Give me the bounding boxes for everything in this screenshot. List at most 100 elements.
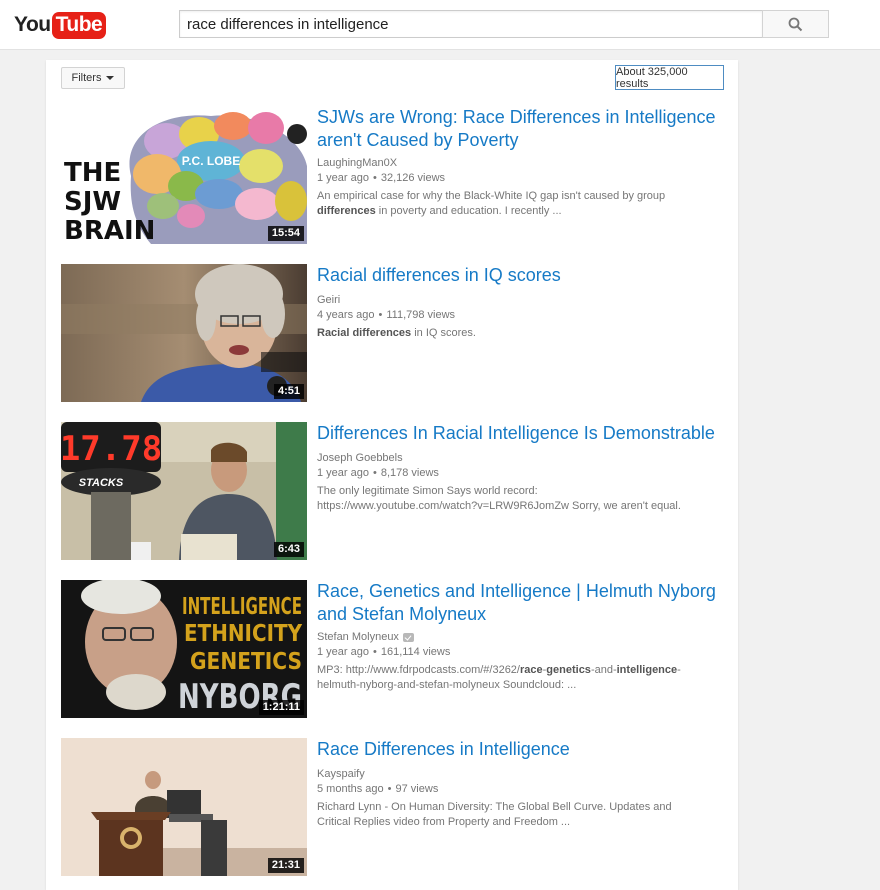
video-title-line: Race, Genetics and Intelligence | Helmut…	[317, 581, 716, 601]
video-meta: 4 years ago • 111,798 views	[317, 309, 456, 321]
upload-age: 5 months ago	[317, 783, 384, 795]
youtube-logo[interactable]: You Tube	[14, 10, 107, 40]
video-description: Racial differences in IQ scores.	[317, 326, 721, 341]
channel-label: Kayspaify	[317, 768, 365, 780]
video-info: Racial differences in IQ scores Geiri 4 …	[317, 264, 721, 341]
channel-label: LaughingMan0X	[317, 157, 398, 169]
description-line: Racial differences in IQ scores.	[317, 326, 721, 341]
channel-label: Stefan Molyneux	[317, 631, 399, 643]
search-icon	[788, 17, 803, 31]
highlight-term: genetics	[546, 664, 591, 676]
description-line: helmuth-nyborg-and-stefan-molyneux Sound…	[317, 679, 577, 691]
highlight-term: race	[519, 664, 543, 676]
video-duration: 21:31	[267, 858, 304, 873]
thumb-word-genetics: GENETICS	[190, 649, 302, 675]
video-info: Race Differences in Intelligence Kayspai…	[317, 738, 721, 830]
description-line: Richard Lynn - On Human Diversity: The G…	[317, 801, 672, 813]
result-item: P.C. LOBE THE SJW BRAIN 15:54 SJWs are W…	[61, 106, 721, 246]
channel-label: Geiri	[317, 294, 341, 306]
verified-badge-icon	[402, 632, 414, 642]
video-duration: 6:43	[273, 542, 304, 557]
results-panel: Filters About 325,000 results P.C. LOBE …	[46, 60, 738, 890]
nyborg-image: INTELLIGENCE ETHNICITY GENETICS NYBORG	[61, 580, 307, 718]
video-title-link[interactable]: SJWs are Wrong: Race Differences in Inte…	[317, 106, 721, 152]
description-text: -	[677, 664, 681, 676]
upload-age: 4 years ago	[317, 309, 375, 321]
search-box[interactable]	[179, 10, 762, 38]
speedstack-image: 17.78 STACKS	[61, 422, 307, 560]
description-line: https://www.youtube.com/watch?v=LRW9R6Jo…	[317, 500, 681, 512]
description-line: Critical Replies video from Property and…	[317, 816, 571, 828]
description-text: in poverty and education. I recently ...	[375, 205, 562, 217]
speedstacks-text: STACKS	[79, 477, 124, 489]
video-description: The only legitimate Simon Says world rec…	[317, 484, 721, 514]
timer-display: 17.78	[61, 429, 162, 469]
video-info: SJWs are Wrong: Race Differences in Inte…	[317, 106, 721, 219]
result-item: 4:51 Racial differences in IQ scores Gei…	[61, 264, 721, 404]
video-meta: 5 months ago • 97 views	[317, 783, 439, 795]
video-meta: 1 year ago • 161,114 views	[317, 646, 451, 658]
upload-age: 1 year ago	[317, 172, 369, 184]
video-info: Race, Genetics and Intelligence | Helmut…	[317, 580, 721, 693]
channel-name[interactable]: LaughingMan0X	[317, 156, 721, 170]
video-description: Richard Lynn - On Human Diversity: The G…	[317, 800, 721, 830]
description-line: differences in poverty and education. I …	[317, 204, 721, 219]
video-title-line: Differences In Racial Intelligence Is De…	[317, 423, 715, 443]
channel-name[interactable]: Geiri	[317, 293, 721, 307]
thumb-word-ethnicity: ETHNICITY	[184, 621, 302, 647]
result-item: INTELLIGENCE ETHNICITY GENETICS NYBORG 1…	[61, 580, 721, 720]
results-count: About 325,000 results	[615, 65, 724, 90]
search-button[interactable]	[762, 10, 829, 38]
video-duration: 1:21:11	[258, 700, 304, 715]
video-title-line: SJWs are Wrong: Race Differences in Inte…	[317, 107, 716, 127]
thumb-word-intelligence: INTELLIGENCE	[182, 594, 302, 620]
video-description: An empirical case for why the Black-Whit…	[317, 189, 721, 219]
video-thumbnail[interactable]: 21:31	[61, 738, 307, 876]
video-thumbnail[interactable]: 4:51	[61, 264, 307, 402]
masthead: You Tube	[0, 0, 880, 50]
highlight-term: intelligence	[616, 664, 678, 676]
highlight-term: differences	[317, 205, 376, 217]
view-count: 8,178 views	[380, 467, 439, 479]
thumb-sjw-text: SJW	[64, 187, 121, 217]
logo-you-text: You	[14, 13, 51, 36]
video-title-link[interactable]: Race, Genetics and Intelligence | Helmut…	[317, 580, 721, 626]
channel-name[interactable]: Kayspaify	[317, 767, 721, 781]
video-thumbnail[interactable]: 17.78 STACKS 6:43	[61, 422, 307, 560]
filters-label: Filters	[71, 72, 102, 84]
video-meta: 1 year ago • 32,126 views	[317, 172, 446, 184]
video-title-link[interactable]: Race Differences in Intelligence	[317, 738, 721, 761]
description-line: An empirical case for why the Black-Whit…	[317, 190, 666, 202]
description-text: MP3: http://www.fdrpodcasts.com/#/3262/	[317, 664, 520, 676]
video-duration: 15:54	[267, 226, 304, 241]
upload-age: 1 year ago	[317, 646, 369, 658]
description-line: The only legitimate Simon Says world rec…	[317, 485, 538, 497]
result-item: 17.78 STACKS 6:43 Differences In Racial …	[61, 422, 721, 562]
thumb-lobe-text: P.C. LOBE	[182, 154, 240, 168]
video-description: MP3: http://www.fdrpodcasts.com/#/3262/r…	[317, 663, 721, 693]
video-thumbnail[interactable]: P.C. LOBE THE SJW BRAIN 15:54	[61, 106, 307, 244]
sjw-brain-image: P.C. LOBE THE SJW BRAIN	[61, 106, 307, 244]
view-count: 97 views	[395, 783, 439, 795]
channel-name[interactable]: Joseph Goebbels	[317, 451, 721, 465]
channel-label: Joseph Goebbels	[317, 452, 403, 464]
thumb-brain-text: BRAIN	[64, 216, 155, 244]
highlight-term: Racial differences	[317, 327, 412, 339]
description-text: in IQ scores.	[411, 327, 476, 339]
view-count: 161,114 views	[380, 646, 451, 658]
upload-age: 1 year ago	[317, 467, 369, 479]
video-title-link[interactable]: Racial differences in IQ scores	[317, 264, 721, 287]
lecture-image	[61, 738, 307, 876]
video-title-link[interactable]: Differences In Racial Intelligence Is De…	[317, 422, 721, 445]
logo-tube-text: Tube	[51, 11, 107, 39]
channel-name[interactable]: Stefan Molyneux	[317, 630, 721, 644]
thumb-the-text: THE	[64, 158, 121, 188]
filters-button[interactable]: Filters	[61, 67, 125, 89]
caret-down-icon	[106, 76, 115, 80]
video-title-line: aren't Caused by Poverty	[317, 130, 519, 150]
description-text: -and-	[590, 664, 617, 676]
view-count: 32,126 views	[380, 172, 446, 184]
search-input[interactable]	[180, 11, 762, 37]
video-thumbnail[interactable]: INTELLIGENCE ETHNICITY GENETICS NYBORG 1…	[61, 580, 307, 718]
view-count: 111,798 views	[386, 309, 456, 321]
